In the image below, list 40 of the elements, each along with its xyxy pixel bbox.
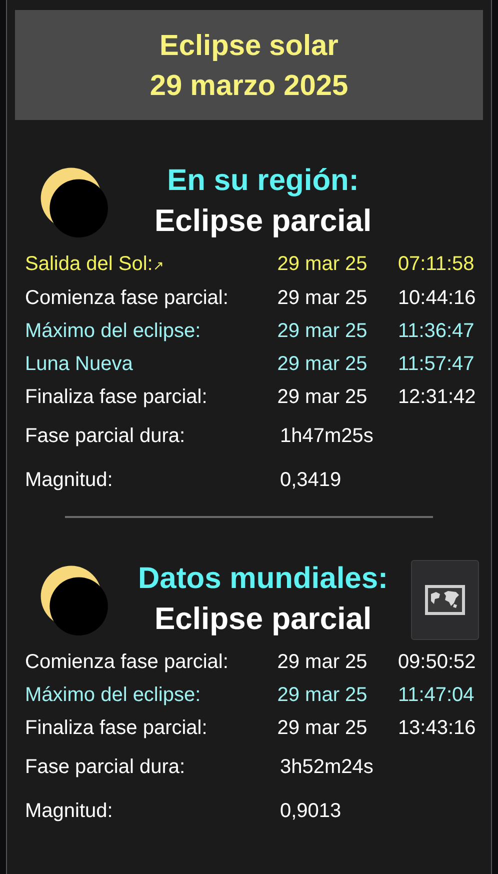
event-label: Comienza fase parcial: [25,650,230,675]
stat-label: Fase parcial dura: [25,755,186,780]
dialog-title: 29 marzo 2025 [148,69,350,104]
stat-value: 0,3419 [280,468,342,493]
event-time: 11:57:47 [398,352,476,377]
eclipse-type: Eclipse parcial [153,202,373,240]
event-time: 13:43:16 [398,716,477,741]
eclipse-type: Eclipse parcial [153,600,373,638]
event-label: Máximo del eclipse: [25,319,202,344]
event-date: 29 mar 25 [277,650,368,675]
event-date: 29 mar 25 [277,716,368,741]
event-date: 29 mar 25 [277,252,368,277]
event-time: 12:31:42 [398,385,477,410]
event-label: Finaliza fase parcial: [25,716,208,741]
dialog-title: Eclipse solar [158,29,340,64]
event-date: 29 mar 25 [277,352,368,377]
event-time: 11:47:04 [398,683,476,708]
event-label: Comienza fase parcial: [25,286,230,311]
stat-value: 0,9013 [280,799,342,824]
event-date: 29 mar 25 [277,683,368,708]
stat-value: 3h52m24s [280,755,374,780]
event-time: 07:11:58 [398,252,476,277]
event-time: 11:36:47 [398,319,476,344]
event-time: 10:44:16 [398,286,477,311]
section-heading: Datos mundiales: [136,561,390,597]
stat-label: Magnitud: [25,468,114,493]
stat-label: Fase parcial dura: [25,424,186,449]
event-date: 29 mar 25 [277,286,368,311]
event-label: Luna Nueva [25,352,134,377]
stat-label: Magnitud: [25,799,114,824]
event-date: 29 mar 25 [277,319,368,344]
event-time: 09:50:52 [398,650,477,675]
event-label: Salida del Sol:↗ [25,252,165,277]
stat-value: 1h47m25s [280,424,374,449]
event-label: Máximo del eclipse: [25,683,202,708]
event-label: Finaliza fase parcial: [25,385,208,410]
world-map-icon [425,585,465,615]
event-date: 29 mar 25 [277,385,368,410]
section-heading: En su región: [166,163,360,199]
world-map-button[interactable] [411,560,479,640]
